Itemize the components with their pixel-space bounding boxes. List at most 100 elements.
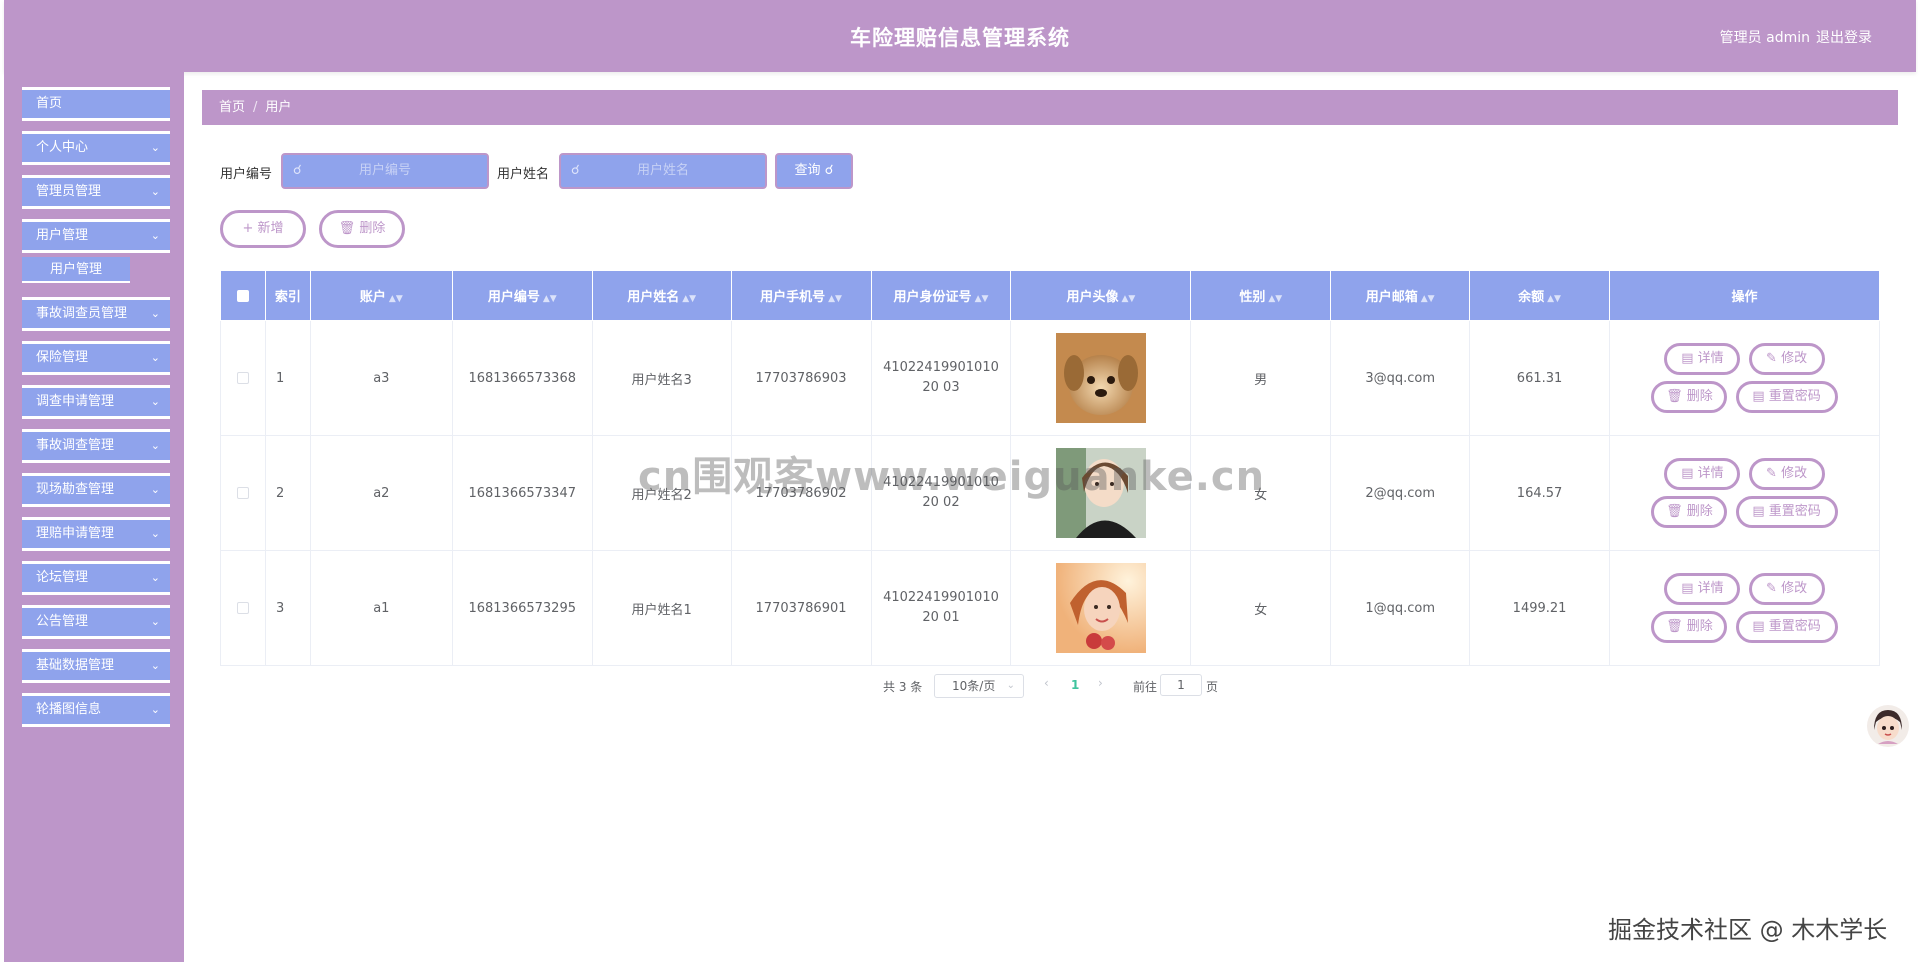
next-page-button[interactable]: › bbox=[1098, 676, 1103, 690]
sidebar-item-site-inspection[interactable]: 现场勘查管理 ⌄ bbox=[22, 473, 170, 507]
credit-watermark: 掘金技术社区 @ 木木学长 bbox=[1608, 916, 1888, 944]
sort-icon[interactable]: ▲▼ bbox=[1547, 294, 1561, 304]
row-select-cell[interactable] bbox=[220, 435, 266, 551]
pencil-icon: ✎ bbox=[1766, 351, 1777, 366]
column-header[interactable]: 用户头像 ▲▼ bbox=[1010, 270, 1192, 321]
document-icon: ▤ bbox=[1752, 619, 1765, 634]
sidebar-item-users[interactable]: 用户管理 ⌄ bbox=[22, 219, 170, 253]
detail-button[interactable]: ▤ 详情 bbox=[1664, 343, 1741, 375]
sort-icon[interactable]: ▲▼ bbox=[543, 294, 557, 304]
row-actions: ▤ 详情 ✎ 修改 🗑 删除 ▤ 重置密码 bbox=[1645, 570, 1845, 646]
sort-icon[interactable]: ▲▼ bbox=[1268, 294, 1282, 304]
breadcrumb: 首页 / 用户 bbox=[202, 90, 1898, 125]
trash-icon: 🗑 bbox=[338, 221, 356, 236]
id-card-text: 4102241990101020 01 bbox=[883, 590, 999, 625]
chevron-down-icon: ⌄ bbox=[150, 307, 160, 320]
chevron-down-icon: ⌄ bbox=[150, 185, 160, 198]
cell-phone: 17703786903 bbox=[730, 320, 872, 436]
document-icon: ▤ bbox=[1681, 581, 1694, 596]
user-no-input[interactable]: ☌ 用户编号 bbox=[281, 153, 489, 189]
cell-email: 2@qq.com bbox=[1330, 435, 1471, 551]
add-button[interactable]: + 新增 bbox=[220, 210, 306, 248]
detail-button[interactable]: ▤ 详情 bbox=[1664, 458, 1741, 490]
row-select-cell[interactable] bbox=[220, 320, 266, 436]
sidebar-item-investigators[interactable]: 事故调查员管理 ⌄ bbox=[22, 297, 170, 331]
column-header[interactable]: 用户手机号 ▲▼ bbox=[730, 270, 872, 321]
column-header[interactable]: 用户邮箱 ▲▼ bbox=[1330, 270, 1471, 321]
sidebar-item-home[interactable]: 首页 bbox=[22, 87, 170, 121]
column-header: 操作 bbox=[1609, 270, 1880, 321]
column-header[interactable]: 用户身份证号 ▲▼ bbox=[870, 270, 1012, 321]
pagination: 共 3 条 10条/页 ⌄ ‹ 1 › 前往 1 页 bbox=[0, 672, 1920, 700]
detail-button[interactable]: ▤ 详情 bbox=[1664, 573, 1741, 605]
logout-link[interactable]: 退出登录 bbox=[1816, 27, 1872, 47]
chevron-down-icon: ⌄ bbox=[150, 351, 160, 364]
cell-avatar bbox=[1010, 550, 1192, 666]
column-header[interactable]: 用户编号 ▲▼ bbox=[451, 270, 593, 321]
sidebar-item-survey-apply[interactable]: 调查申请管理 ⌄ bbox=[22, 385, 170, 419]
sidebar-item-label: 事故调查管理 bbox=[36, 438, 115, 453]
row-actions: ▤ 详情 ✎ 修改 🗑 删除 ▤ 重置密码 bbox=[1645, 455, 1845, 531]
trash-icon: 🗑 bbox=[1666, 389, 1683, 404]
goto-page-input[interactable]: 1 bbox=[1160, 674, 1202, 696]
column-header[interactable]: 账户 ▲▼ bbox=[309, 270, 453, 321]
avatar-puppy-image[interactable] bbox=[1055, 333, 1146, 423]
sort-icon[interactable]: ▲▼ bbox=[1122, 294, 1136, 304]
query-button-label: 查询 bbox=[794, 163, 821, 178]
sidebar-item-notice[interactable]: 公告管理 ⌄ bbox=[22, 605, 170, 639]
delete-button[interactable]: 🗑 删除 bbox=[1651, 381, 1728, 413]
row-select-cell[interactable] bbox=[220, 550, 266, 666]
delete-button[interactable]: 🗑 删除 bbox=[1651, 611, 1728, 643]
sort-icon[interactable]: ▲▼ bbox=[682, 294, 696, 304]
user-name-input[interactable]: ☌ 用户姓名 bbox=[559, 153, 767, 189]
sort-icon[interactable]: ▲▼ bbox=[975, 294, 989, 304]
cell-name: 用户姓名1 bbox=[591, 550, 732, 666]
table-row: 3 a1 1681366573295 用户姓名1 17703786901 410… bbox=[220, 550, 1880, 666]
select-all-cell[interactable] bbox=[220, 270, 266, 321]
sidebar-item-profile[interactable]: 个人中心 ⌄ bbox=[22, 131, 170, 165]
breadcrumb-home[interactable]: 首页 bbox=[219, 100, 245, 115]
reset-password-button[interactable]: ▤ 重置密码 bbox=[1735, 496, 1838, 528]
document-icon: ▤ bbox=[1752, 504, 1765, 519]
query-button[interactable]: 查询 ☌ bbox=[775, 153, 853, 189]
reset-password-button[interactable]: ▤ 重置密码 bbox=[1735, 381, 1838, 413]
row-checkbox[interactable] bbox=[236, 372, 249, 384]
edit-button[interactable]: ✎ 修改 bbox=[1748, 343, 1825, 375]
page-size-select[interactable]: 10条/页 ⌄ bbox=[934, 674, 1024, 698]
sort-icon[interactable]: ▲▼ bbox=[828, 294, 842, 304]
chevron-down-icon: ⌄ bbox=[150, 527, 160, 540]
cell-gender: 男 bbox=[1190, 320, 1332, 436]
row-checkbox[interactable] bbox=[236, 487, 249, 499]
assistant-avatar-icon[interactable] bbox=[1866, 704, 1910, 748]
avatar-girl-image[interactable] bbox=[1055, 563, 1146, 653]
sort-icon[interactable]: ▲▼ bbox=[389, 294, 403, 304]
sidebar-item-insurance[interactable]: 保险管理 ⌄ bbox=[22, 341, 170, 375]
edit-button[interactable]: ✎ 修改 bbox=[1748, 458, 1825, 490]
select-all-checkbox[interactable] bbox=[236, 289, 249, 302]
cell-user-no: 1681366573347 bbox=[451, 435, 593, 551]
sidebar-subitem-users[interactable]: 用户管理 bbox=[22, 257, 130, 283]
table-header-row: 索引 账户 ▲▼ 用户编号 ▲▼ 用户姓名 ▲▼ 用户手机号 ▲▼ 用户身份证号 ▲▼ 用… bbox=[220, 270, 1880, 321]
delete-button[interactable]: 🗑 删除 bbox=[1651, 496, 1728, 528]
page-number-current[interactable]: 1 bbox=[1071, 678, 1079, 692]
chevron-down-icon: ⌄ bbox=[150, 439, 160, 452]
table-row: 1 a3 1681366573368 用户姓名3 17703786903 410… bbox=[220, 320, 1880, 436]
batch-delete-button[interactable]: 🗑 删除 bbox=[319, 210, 405, 248]
prev-page-button[interactable]: ‹ bbox=[1044, 676, 1049, 690]
edit-button[interactable]: ✎ 修改 bbox=[1748, 573, 1825, 605]
column-header[interactable]: 余额 ▲▼ bbox=[1469, 270, 1610, 321]
sidebar-item-label: 个人中心 bbox=[36, 140, 89, 155]
column-header[interactable]: 性别 ▲▼ bbox=[1190, 270, 1332, 321]
sort-icon[interactable]: ▲▼ bbox=[1421, 294, 1435, 304]
column-header[interactable]: 用户姓名 ▲▼ bbox=[591, 270, 732, 321]
sidebar: 首页 个人中心 ⌄ 管理员管理 ⌄ 用户管理 ⌄ 用户管理 事故调查员管理 ⌄ 保险管理… bbox=[4, 72, 184, 962]
batch-delete-label: 删除 bbox=[359, 221, 386, 236]
sidebar-item-admin[interactable]: 管理员管理 ⌄ bbox=[22, 175, 170, 209]
row-checkbox[interactable] bbox=[236, 602, 249, 614]
sidebar-item-accident-survey[interactable]: 事故调查管理 ⌄ bbox=[22, 429, 170, 463]
sidebar-item-forum[interactable]: 论坛管理 ⌄ bbox=[22, 561, 170, 595]
document-icon: ▤ bbox=[1681, 351, 1694, 366]
reset-password-button[interactable]: ▤ 重置密码 bbox=[1735, 611, 1838, 643]
sidebar-item-claims[interactable]: 理赔申请管理 ⌄ bbox=[22, 517, 170, 551]
breadcrumb-separator: / bbox=[253, 100, 258, 115]
